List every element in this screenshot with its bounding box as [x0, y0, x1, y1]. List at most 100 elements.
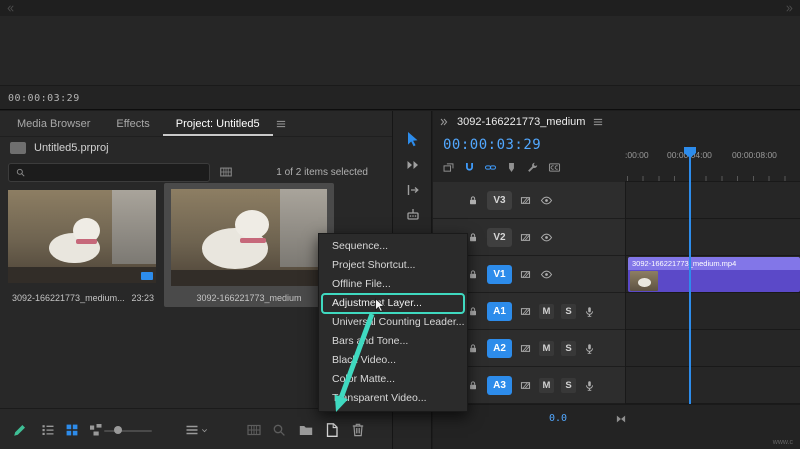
toggle-track-output-eye-icon[interactable] — [539, 231, 552, 244]
nest-sequence-icon[interactable] — [442, 161, 455, 174]
lock-icon[interactable] — [467, 305, 480, 318]
find-button[interactable] — [271, 422, 287, 438]
selection-tool-icon[interactable] — [405, 131, 421, 147]
lock-icon[interactable] — [467, 231, 480, 244]
new-bin-button[interactable] — [298, 422, 314, 438]
menu-item-project-shortcut[interactable]: Project Shortcut... — [319, 256, 467, 275]
project-writable-pencil-icon[interactable] — [12, 422, 28, 438]
search-bin-icon[interactable] — [219, 165, 233, 179]
new-item-button[interactable] — [324, 422, 340, 438]
timeline-panel-menu-icon[interactable] — [592, 116, 604, 128]
track-target-v2[interactable]: V2 — [487, 228, 512, 247]
collapse-chevrons-right-icon[interactable] — [784, 3, 795, 14]
track-target-v1[interactable]: V1 — [487, 265, 512, 284]
timeline-icon-row — [442, 161, 560, 174]
solo-button[interactable]: S — [561, 341, 576, 356]
clip-thumbnail-1[interactable] — [8, 190, 156, 283]
search-box[interactable] — [8, 163, 210, 182]
automate-to-sequence-button[interactable] — [246, 422, 262, 438]
sync-lock-icon[interactable] — [519, 268, 532, 281]
zoom-slider[interactable] — [104, 430, 152, 432]
timeline-clip[interactable]: 3092-166221773_medium.mp4 — [628, 257, 800, 292]
razor-tool-icon[interactable] — [405, 207, 421, 223]
zoom-slider-knob[interactable] — [114, 426, 122, 434]
solo-button[interactable]: S — [561, 304, 576, 319]
track-target-a1[interactable]: A1 — [487, 302, 512, 321]
project-file-row[interactable]: Untitled5.prproj — [10, 142, 109, 154]
monitor-timecode: 00:00:03:29 — [8, 93, 80, 104]
clear-button[interactable] — [350, 422, 366, 438]
sync-lock-icon[interactable] — [519, 231, 532, 244]
linked-selection-icon[interactable] — [484, 161, 497, 174]
panel-menu-icon[interactable] — [275, 118, 287, 130]
mute-button[interactable]: M — [539, 304, 554, 319]
timeline-lane-a2[interactable] — [625, 330, 800, 367]
timeline-tab[interactable]: 3092-166221773_medium — [438, 116, 604, 128]
sort-icons-button[interactable] — [184, 422, 200, 438]
timeline-lane-a3[interactable] — [625, 367, 800, 404]
program-monitor: 00:00:03:29 — [0, 0, 800, 110]
track-target-a2[interactable]: A2 — [487, 339, 512, 358]
tab-media-browser[interactable]: Media Browser — [4, 112, 103, 136]
snap-magnet-icon[interactable] — [463, 161, 476, 174]
ripple-edit-tool-icon[interactable] — [405, 182, 421, 198]
lock-icon[interactable] — [467, 342, 480, 355]
track-target-v3[interactable]: V3 — [487, 191, 512, 210]
selection-status: 1 of 2 items selected — [276, 167, 368, 178]
monitor-topbar — [0, 0, 800, 16]
add-marker-icon[interactable] — [505, 161, 518, 174]
freeform-view-button[interactable] — [88, 422, 104, 438]
timeline-lane-a1[interactable] — [625, 293, 800, 330]
thumb-background-panel — [112, 190, 156, 264]
panel-expand-chevron-icon[interactable] — [438, 116, 450, 128]
sync-lock-icon[interactable] — [519, 342, 532, 355]
menu-item-bars-and-tone[interactable]: Bars and Tone... — [319, 332, 467, 351]
panel-tab-bar: Media Browser Effects Project: Untitled5 — [0, 111, 392, 137]
fit-bowtie-icon[interactable] — [615, 413, 627, 425]
collapse-chevrons-left-icon[interactable] — [5, 3, 16, 14]
toggle-track-output-eye-icon[interactable] — [539, 268, 552, 281]
menu-item-color-matte[interactable]: Color Matte... — [319, 370, 467, 389]
sync-lock-icon[interactable] — [519, 305, 532, 318]
solo-button[interactable]: S — [561, 378, 576, 393]
track-target-a3[interactable]: A3 — [487, 376, 512, 395]
sync-lock-icon[interactable] — [519, 379, 532, 392]
menu-item-sequence[interactable]: Sequence... — [319, 237, 467, 256]
voice-over-record-mic-icon[interactable] — [583, 342, 596, 355]
icon-view-button[interactable] — [64, 422, 80, 438]
tab-project[interactable]: Project: Untitled5 — [163, 112, 273, 136]
clip-thumbnail-2[interactable] — [171, 189, 327, 286]
list-view-button[interactable] — [40, 422, 56, 438]
track-rows: V3 V2 V1 — [433, 182, 800, 404]
timeline-ruler[interactable]: :00:00 00:00:04:00 00:00:08:00 — [625, 146, 800, 182]
menu-item-offline-file[interactable]: Offline File... — [319, 275, 467, 294]
menu-item-black-video[interactable]: Black Video... — [319, 351, 467, 370]
tab-effects[interactable]: Effects — [103, 112, 162, 136]
ruler-ticks — [627, 176, 800, 181]
voice-over-record-mic-icon[interactable] — [583, 305, 596, 318]
mute-button[interactable]: M — [539, 341, 554, 356]
search-input[interactable] — [32, 167, 203, 179]
mute-button[interactable]: M — [539, 378, 554, 393]
toggle-track-output-eye-icon[interactable] — [539, 194, 552, 207]
clip-duration-1: 23:23 — [131, 293, 154, 303]
timeline-lane-v2[interactable] — [625, 219, 800, 256]
track-header-v3: V3 — [433, 182, 625, 219]
lock-icon[interactable] — [467, 194, 480, 207]
sync-lock-icon[interactable] — [519, 194, 532, 207]
lock-icon[interactable] — [467, 379, 480, 392]
menu-item-adjustment-layer[interactable]: Adjustment Layer... — [319, 294, 467, 313]
menu-item-universal-counting-leader[interactable]: Universal Counting Leader... — [319, 313, 467, 332]
track-select-forward-tool-icon[interactable] — [405, 157, 421, 173]
captions-icon[interactable] — [547, 161, 560, 174]
sort-chevron-down-icon[interactable] — [200, 426, 209, 435]
lock-icon[interactable] — [467, 268, 480, 281]
timeline-lane-v3[interactable] — [625, 182, 800, 219]
monitor-screen — [0, 16, 800, 86]
timeline-settings-wrench-icon[interactable] — [526, 161, 539, 174]
timeline-lane-v1[interactable]: 3092-166221773_medium.mp4 — [625, 256, 800, 293]
clip-usage-badge — [141, 272, 153, 280]
menu-item-transparent-video[interactable]: Transparent Video... — [319, 389, 467, 408]
playhead-line[interactable] — [689, 147, 691, 404]
voice-over-record-mic-icon[interactable] — [583, 379, 596, 392]
